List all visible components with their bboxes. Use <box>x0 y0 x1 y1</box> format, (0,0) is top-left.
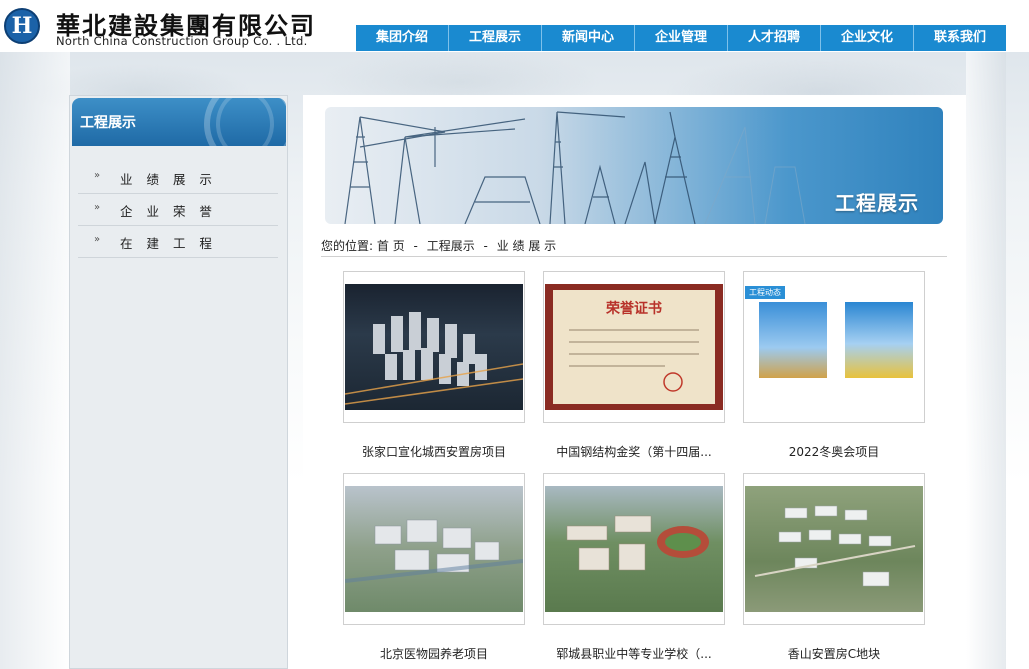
breadcrumb-home-link[interactable]: 首 页 <box>377 239 405 253</box>
double-arrow-icon: » <box>94 170 101 181</box>
nav-item-projects[interactable]: 工程展示 <box>448 25 541 51</box>
breadcrumb-current: 业 绩 展 示 <box>496 239 557 253</box>
banner-title: 工程展示 <box>835 191 919 215</box>
project-thumbnail[interactable] <box>343 271 525 423</box>
sidebar-title: 工程展示 <box>80 115 136 131</box>
project-caption[interactable]: 张家口宣化城西安置房项目 <box>343 443 525 460</box>
project-card: 郓城县职业中等专业学校（... <box>543 473 725 662</box>
project-thumbnail[interactable] <box>543 473 725 625</box>
breadcrumb-separator: - <box>483 239 488 253</box>
night-residential-render-image <box>345 284 523 410</box>
sidebar-item-label: 企 业 荣 誉 <box>120 204 217 219</box>
project-caption[interactable]: 北京医物园养老项目 <box>343 645 525 662</box>
breadcrumb-prefix: 您的位置: <box>321 239 374 253</box>
nav-item-management[interactable]: 企业管理 <box>634 25 727 51</box>
aerial-campus-image <box>345 486 523 612</box>
breadcrumb-section-link[interactable]: 工程展示 <box>427 239 475 253</box>
project-caption[interactable]: 中国钢结构金奖（第十四届... <box>543 443 725 460</box>
nav-item-culture[interactable]: 企业文化 <box>820 25 913 51</box>
breadcrumb: 您的位置: 首 页 - 工程展示 - 业 绩 展 示 <box>321 237 556 254</box>
project-thumbnail[interactable] <box>743 473 925 625</box>
breadcrumb-separator: - <box>413 239 418 253</box>
nav-item-news[interactable]: 新闻中心 <box>541 25 634 51</box>
sidebar-item-label: 在 建 工 程 <box>120 236 217 251</box>
honor-certificate-image: 荣誉证书 <box>545 284 723 410</box>
project-card: 工程动态 2022冬奥会项目 <box>743 271 925 460</box>
company-logo[interactable]: H 華北建設集團有限公司 North China Construction Gr… <box>4 6 324 48</box>
winter-olympics-image: 工程动态 <box>745 284 923 410</box>
project-card: 荣誉证书 中国钢结构金奖（第十四届... <box>543 271 725 460</box>
sidebar-item-under-construction[interactable]: » 在 建 工 程 <box>78 226 278 258</box>
site-header: H 華北建設集團有限公司 North China Construction Gr… <box>0 0 1029 52</box>
project-caption[interactable]: 2022冬奥会项目 <box>743 443 925 460</box>
sidebar-header: 工程展示 <box>72 98 286 146</box>
breadcrumb-divider <box>321 256 947 257</box>
background-edge-left <box>0 52 70 669</box>
swirl-decoration-icon <box>216 98 274 146</box>
sidebar-item-honors[interactable]: » 企 业 荣 誉 <box>78 194 278 226</box>
sidebar-menu: » 业 绩 展 示 » 企 业 荣 誉 » 在 建 工 程 <box>78 162 278 258</box>
sidebar: 工程展示 » 业 绩 展 示 » 企 业 荣 誉 » 在 建 工 程 <box>69 95 288 669</box>
project-card: 北京医物园养老项目 <box>343 473 525 662</box>
project-caption[interactable]: 郓城县职业中等专业学校（... <box>543 645 725 662</box>
project-thumbnail[interactable] <box>343 473 525 625</box>
logo-english-name: North China Construction Group Co. . Ltd… <box>56 34 308 48</box>
background-edge-right <box>966 52 1006 669</box>
section-banner: 工程展示 <box>325 107 943 224</box>
project-caption[interactable]: 香山安置房C地块 <box>743 645 925 662</box>
sidebar-item-performance[interactable]: » 业 绩 展 示 <box>78 162 278 194</box>
double-arrow-icon: » <box>94 202 101 213</box>
sidebar-item-label: 业 绩 展 示 <box>120 172 217 187</box>
school-aerial-image <box>545 486 723 612</box>
main-nav: 集团介绍 工程展示 新闻中心 企业管理 人才招聘 企业文化 联系我们 <box>356 25 1006 51</box>
project-thumbnail[interactable]: 工程动态 <box>743 271 925 423</box>
residential-aerial-image <box>745 486 923 612</box>
nav-item-careers[interactable]: 人才招聘 <box>727 25 820 51</box>
double-arrow-icon: » <box>94 234 101 245</box>
main-content: 工程展示 您的位置: 首 页 - 工程展示 - 业 绩 展 示 张家口宣化城西安… <box>303 95 966 669</box>
project-thumbnail[interactable]: 荣誉证书 <box>543 271 725 423</box>
nav-item-contact[interactable]: 联系我们 <box>913 25 1006 51</box>
logo-emblem-icon: H <box>4 8 40 44</box>
project-card: 香山安置房C地块 <box>743 473 925 662</box>
nav-item-about[interactable]: 集团介绍 <box>356 25 448 51</box>
project-card: 张家口宣化城西安置房项目 <box>343 271 525 460</box>
